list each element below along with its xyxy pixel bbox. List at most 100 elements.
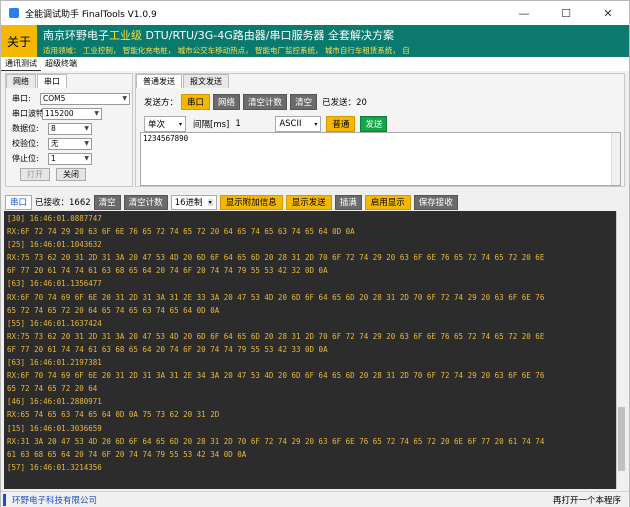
baud-value: 115200 — [45, 109, 74, 118]
port-value: COM5 — [43, 94, 66, 103]
receive-lines: [30] 16:46:01.0887747 RX:6F 72 74 29 20 … — [4, 211, 614, 475]
send-mode-tabs: 普通发送 报文发送 — [136, 74, 624, 88]
chevron-down-icon: ▼ — [122, 95, 127, 102]
chevron-down-icon: ▾ — [178, 120, 182, 128]
tab-normal-send[interactable]: 普通发送 — [136, 74, 182, 88]
log-line: 61 63 68 65 64 20 74 6F 20 74 74 79 55 5… — [7, 449, 247, 459]
app-window: 全能调试助手 FinalTools V1.0.9 — ☐ ✕ 关于 南京环野电子… — [0, 0, 630, 507]
interval-input[interactable]: 1 — [232, 116, 272, 132]
chevron-down-icon: ▼ — [84, 155, 89, 162]
log-line: RX:75 73 62 20 31 2D 31 3A 20 47 53 4D 2… — [7, 253, 545, 263]
show-send-button[interactable]: 显示发送 — [285, 194, 332, 210]
banner-products: DTU/RTU/3G-4G路由器/串口服务器 全套解决方案 — [142, 29, 394, 42]
status-bar: 环野电子科技有限公司 再打开一个本程序 — [1, 491, 629, 507]
chevron-down-icon: ▼ — [84, 125, 89, 132]
stopbits-row: 停止位: 1 ▼ — [6, 151, 132, 166]
port-buttons: 打开 关闭 — [6, 168, 132, 181]
scrollbar-thumb[interactable] — [618, 407, 625, 471]
maximize-icon[interactable]: ☐ — [545, 1, 587, 25]
log-line: 6F 77 20 61 74 74 61 63 68 65 64 20 74 6… — [7, 344, 328, 354]
ad-banner: 关于 南京环野电子工业级 DTU/RTU/3G-4G路由器/串口服务器 全套解决… — [1, 25, 629, 57]
show-extra-info-button[interactable]: 显示附加信息 — [219, 194, 283, 210]
parity-select[interactable]: 无 ▼ — [48, 137, 92, 150]
close-icon[interactable]: ✕ — [587, 1, 629, 25]
receive-toolbar: 串口 已接收：1662 清空 清空计数 16进制 ▾ 显示附加信息 显示发送 插满… — [5, 194, 625, 210]
tab-serial[interactable]: 串口 — [37, 74, 67, 88]
app-icon — [9, 8, 19, 18]
log-line: [15] 16:46:01.3036659 — [7, 423, 102, 433]
open-another-instance[interactable]: 再打开一个本程序 — [553, 494, 621, 506]
open-port-button[interactable]: 打开 — [20, 168, 50, 181]
parity-value: 无 — [51, 139, 59, 148]
tab-network[interactable]: 网络 — [6, 74, 36, 88]
tab-packet-send[interactable]: 报文发送 — [183, 74, 229, 88]
parity-label: 校验位: — [12, 139, 39, 148]
tab-comm-test[interactable]: 通讯测试 — [1, 57, 41, 71]
clear-recv-button[interactable]: 清空 — [93, 194, 121, 210]
save-recv-button[interactable]: 保存接收 — [413, 194, 458, 210]
port-select[interactable]: COM5 ▼ — [40, 92, 130, 105]
databits-select[interactable]: 8 ▼ — [48, 122, 92, 135]
chevron-down-icon: ▼ — [94, 110, 99, 117]
banner-text[interactable]: 南京环野电子工业级 DTU/RTU/3G-4G路由器/串口服务器 全套解决方案 … — [37, 25, 410, 57]
company-link[interactable]: 环野电子科技有限公司 — [3, 493, 97, 506]
target-serial-button[interactable]: 串口 — [181, 94, 211, 110]
databits-row: 数据位: 8 ▼ — [6, 121, 132, 136]
log-line: 65 72 74 65 72 20 64 — [7, 384, 98, 394]
log-line: 65 72 74 65 72 20 64 65 74 65 63 74 65 6… — [7, 305, 220, 315]
tab-recv-serial[interactable]: 串口 — [5, 194, 33, 210]
banner-headline: 南京环野电子工业级 DTU/RTU/3G-4G路由器/串口服务器 全套解决方案 — [43, 27, 410, 43]
log-line: [30] 16:46:01.0887747 — [7, 214, 102, 223]
log-line: [63] 16:46:01.2197381 — [7, 358, 102, 368]
log-line: RX:65 74 65 63 74 65 64 0D 0A 75 73 62 2… — [7, 410, 220, 420]
clear-send-count-button[interactable]: 清空计数 — [243, 94, 288, 110]
log-line: [57] 16:46:01.3214356 — [7, 462, 102, 472]
databits-value: 8 — [51, 124, 56, 133]
send-mode-select[interactable]: 单次 ▾ — [144, 116, 186, 132]
banner-subline: 适用领域： 工业控制， 智能化充电桩， 城市公交车移动热点， 智能电厂监控系统，… — [43, 46, 410, 55]
clear-send-button[interactable]: 清空 — [290, 94, 318, 110]
banner-highlight: 工业级 — [109, 29, 142, 42]
log-line: RX:31 3A 20 47 53 4D 20 6D 6F 64 65 6D 2… — [7, 436, 545, 446]
recv-format-select[interactable]: 16进制 ▾ — [170, 194, 217, 210]
log-line: 6F 77 20 61 74 74 61 63 68 65 64 20 74 6… — [7, 266, 328, 276]
stopbits-label: 停止位: — [12, 154, 39, 163]
about-button[interactable]: 关于 — [1, 25, 37, 57]
minimize-icon[interactable]: — — [503, 1, 545, 25]
log-line: RX:6F 72 74 29 20 63 6F 6E 76 65 72 74 6… — [7, 227, 355, 237]
target-network-button[interactable]: 网络 — [213, 94, 241, 110]
baud-label: 串口波特率: — [12, 109, 55, 118]
receive-scrollbar[interactable] — [616, 211, 626, 489]
recv-format-value: 16进制 — [174, 198, 203, 208]
log-line: [63] 16:46:01.1356477 — [7, 279, 102, 289]
chevron-down-icon: ▾ — [314, 120, 318, 128]
normal-mode-button[interactable]: 普通 — [326, 116, 356, 132]
encoding-select[interactable]: ASCII ▾ — [275, 116, 322, 132]
serial-config-panel: 网络 串口 串口: COM5 ▼ 串口波特率: 115200 ▼ 数据位: 8 ▼ 校… — [5, 73, 133, 187]
recv-count: 已接收：1662 — [35, 198, 91, 208]
send-textarea[interactable]: 1234567890 — [140, 132, 621, 186]
chevron-down-icon: ▾ — [207, 198, 213, 206]
send-target-row: 发送方： 串口 网络 清空计数 清空 已发送：20 — [136, 92, 624, 112]
port-row: 串口: COM5 ▼ — [6, 91, 132, 106]
main-tabs: 通讯测试 超级终端 — [1, 57, 629, 71]
send-mode-value: 单次 — [148, 120, 166, 130]
baud-select[interactable]: 115200 ▼ — [42, 107, 102, 120]
clear-recv-count-button[interactable]: 清空计数 — [123, 194, 168, 210]
send-button[interactable]: 发送 — [360, 116, 388, 132]
connection-tabs: 网络 串口 — [6, 74, 132, 88]
banner-company: 南京环野电子 — [43, 29, 109, 42]
log-line: RX:6F 70 74 69 6F 6E 20 31 2D 31 3A 31 2… — [7, 371, 545, 381]
stopbits-select[interactable]: 1 ▼ — [48, 152, 92, 165]
close-port-button[interactable]: 关闭 — [56, 168, 86, 181]
encoding-value: ASCII — [279, 119, 302, 129]
title-bar: 全能调试助手 FinalTools V1.0.9 — ☐ ✕ — [1, 1, 629, 25]
log-line: [55] 16:46:01.1637424 — [7, 318, 102, 328]
tab-terminal[interactable]: 超级终端 — [41, 57, 81, 71]
receive-log[interactable]: [30] 16:46:01.0887747 RX:6F 72 74 29 20 … — [4, 211, 626, 489]
wrap-button[interactable]: 插满 — [334, 194, 362, 210]
send-scrollbar[interactable] — [611, 133, 620, 185]
log-line: RX:6F 70 74 69 6F 6E 20 31 2D 31 3A 31 2… — [7, 292, 545, 302]
databits-label: 数据位: — [12, 124, 39, 133]
enable-display-button[interactable]: 启用显示 — [364, 194, 411, 210]
